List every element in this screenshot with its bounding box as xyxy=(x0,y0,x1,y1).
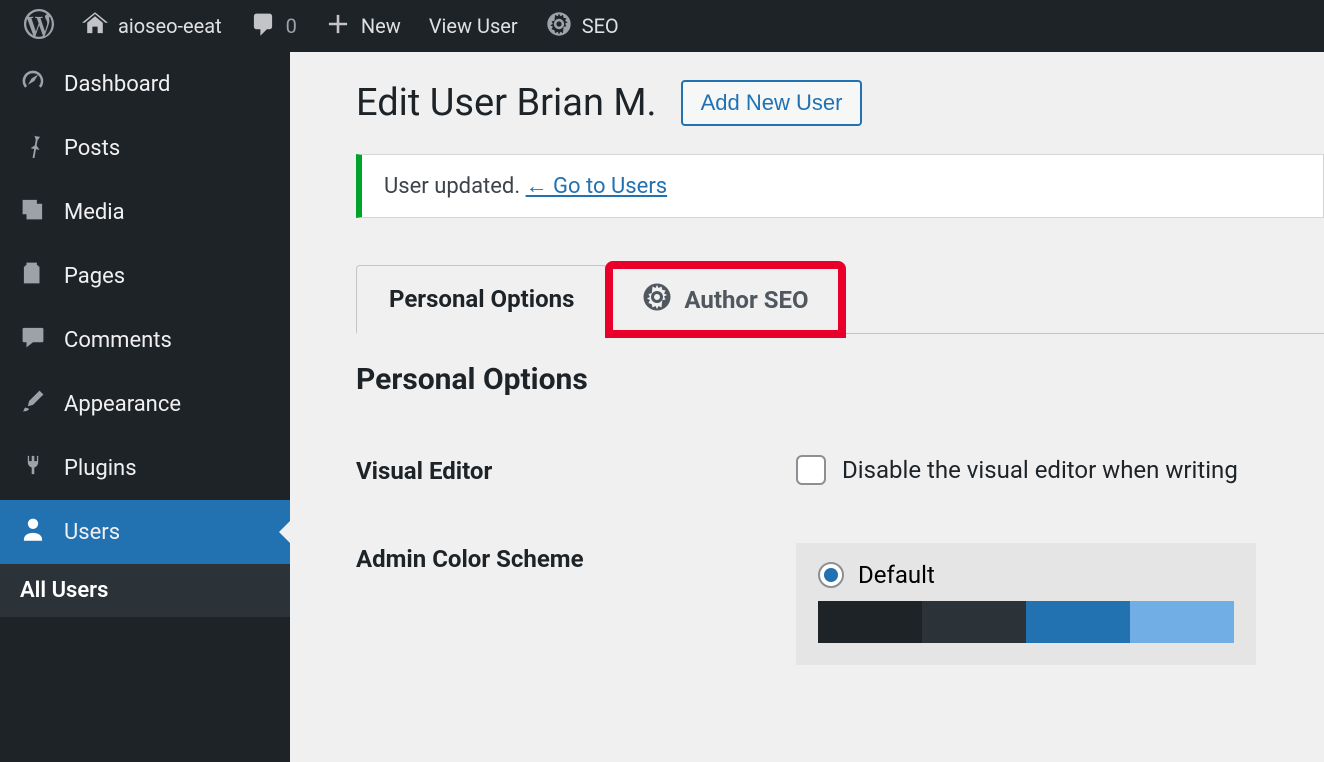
page-header: Edit User Brian M. Add New User xyxy=(356,80,1324,126)
tab-personal-options[interactable]: Personal Options xyxy=(356,265,607,334)
profile-tabs: Personal Options Author SEO xyxy=(356,264,1324,334)
section-heading-personal: Personal Options xyxy=(356,362,1324,397)
new-content-menu[interactable]: New xyxy=(311,0,415,52)
visual-editor-checkbox[interactable] xyxy=(796,455,826,485)
new-label: New xyxy=(361,14,401,38)
swatch-1 xyxy=(818,601,922,643)
comment-count: 0 xyxy=(286,14,297,38)
visual-editor-checkbox-wrap[interactable]: Disable the visual editor when writing xyxy=(796,455,1238,485)
sidebar-item-plugins[interactable]: Plugins xyxy=(0,436,290,500)
swatch-3 xyxy=(1026,601,1130,643)
home-icon xyxy=(82,11,108,42)
sidebar-item-media[interactable]: Media xyxy=(0,180,290,244)
scheme-default-radio[interactable] xyxy=(818,562,844,588)
plugins-label: Plugins xyxy=(64,456,137,481)
user-icon xyxy=(20,516,46,548)
sidebar-item-posts[interactable]: Posts xyxy=(0,116,290,180)
wordpress-logo-icon xyxy=(24,9,54,44)
tab-author-seo[interactable]: Author SEO xyxy=(609,265,841,334)
seo-menu[interactable]: SEO xyxy=(532,0,633,52)
scheme-default-swatches xyxy=(818,601,1234,643)
pages-icon xyxy=(20,260,46,292)
pin-icon xyxy=(20,132,46,164)
site-name-menu[interactable]: aioseo-eeat xyxy=(68,0,236,52)
update-notice: User updated. ← Go to Users xyxy=(356,154,1324,218)
color-scheme-default[interactable]: Default xyxy=(796,543,1256,665)
tab-personal-label: Personal Options xyxy=(389,285,574,313)
plug-icon xyxy=(20,452,46,484)
scheme-default-label: Default xyxy=(858,561,935,589)
dashboard-icon xyxy=(20,68,46,100)
site-name-label: aioseo-eeat xyxy=(118,14,222,38)
swatch-2 xyxy=(922,601,1026,643)
sidebar-item-appearance[interactable]: Appearance xyxy=(0,372,290,436)
admin-sidebar: Dashboard Posts Media Pages Comments App… xyxy=(0,52,290,762)
row-visual-editor: Visual Editor Disable the visual editor … xyxy=(356,455,1324,485)
admin-color-label: Admin Color Scheme xyxy=(356,543,796,573)
tab-author-seo-label: Author SEO xyxy=(684,286,808,314)
comments-label: Comments xyxy=(64,328,172,353)
sidebar-item-dashboard[interactable]: Dashboard xyxy=(0,52,290,116)
view-user-link[interactable]: View User xyxy=(415,0,532,52)
plus-icon xyxy=(325,11,351,42)
seo-label: SEO xyxy=(582,14,619,38)
wp-logo-menu[interactable] xyxy=(10,0,68,52)
sidebar-item-comments[interactable]: Comments xyxy=(0,308,290,372)
notice-text: User updated. xyxy=(384,174,520,199)
visual-editor-label: Visual Editor xyxy=(356,455,796,485)
users-label: Users xyxy=(64,520,120,545)
main-content: Edit User Brian M. Add New User User upd… xyxy=(290,52,1324,762)
row-admin-color: Admin Color Scheme Default xyxy=(356,543,1324,665)
comments-menu[interactable]: 0 xyxy=(236,0,311,52)
posts-label: Posts xyxy=(64,136,120,161)
media-icon xyxy=(20,196,46,228)
comment-icon xyxy=(250,11,276,42)
sidebar-item-users[interactable]: Users xyxy=(0,500,290,564)
all-users-label: All Users xyxy=(20,578,108,603)
comments-icon xyxy=(20,324,46,356)
visual-editor-checkbox-label: Disable the visual editor when writing xyxy=(842,456,1238,484)
sidebar-subitem-all-users[interactable]: All Users xyxy=(0,564,290,617)
seo-gear-icon xyxy=(546,11,572,42)
page-title: Edit User Brian M. xyxy=(356,81,657,125)
swatch-4 xyxy=(1130,601,1234,643)
pages-label: Pages xyxy=(64,264,125,289)
sidebar-item-pages[interactable]: Pages xyxy=(0,244,290,308)
seo-gear-icon xyxy=(642,282,672,318)
appearance-label: Appearance xyxy=(64,392,181,417)
media-label: Media xyxy=(64,200,125,225)
dashboard-label: Dashboard xyxy=(64,72,170,97)
brush-icon xyxy=(20,388,46,420)
go-to-users-link[interactable]: ← Go to Users xyxy=(526,174,668,199)
admin-toolbar: aioseo-eeat 0 New View User SEO xyxy=(0,0,1324,52)
view-user-label: View User xyxy=(429,14,518,38)
add-new-user-button[interactable]: Add New User xyxy=(681,80,863,126)
